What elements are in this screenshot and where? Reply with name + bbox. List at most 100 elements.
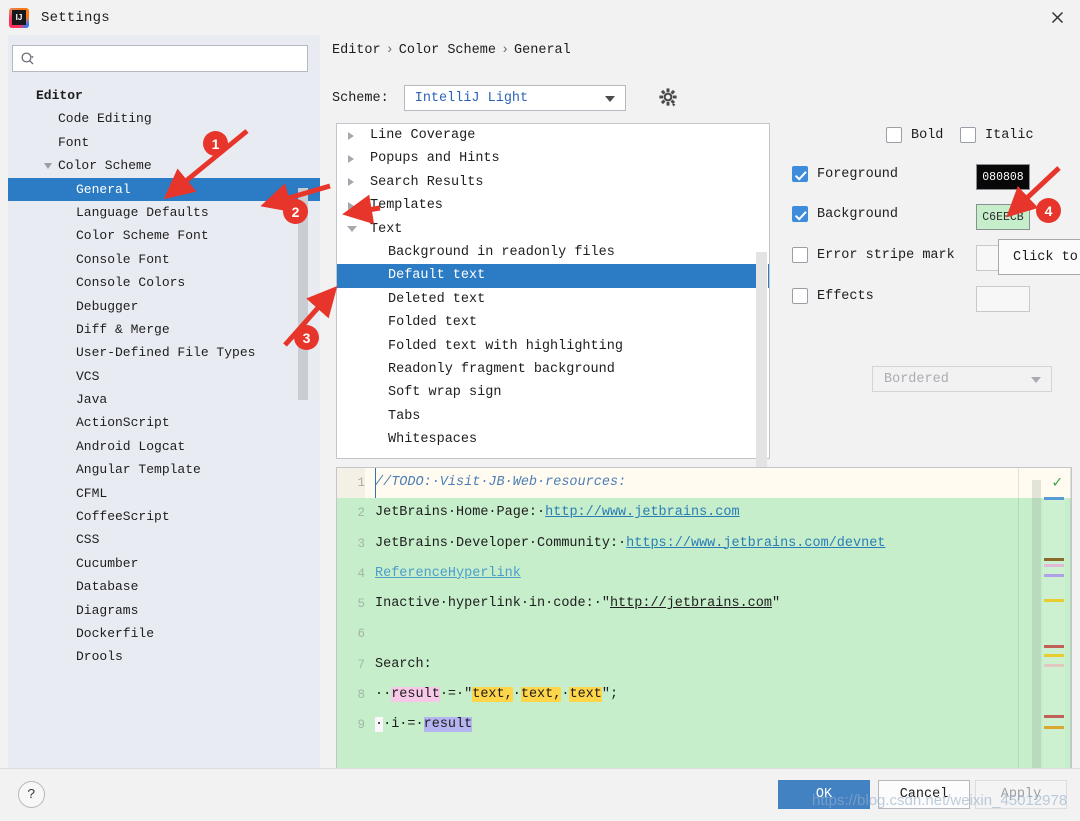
scheme-select[interactable]: IntelliJ Light bbox=[403, 85, 626, 111]
background-color-swatch[interactable]: C6EECB bbox=[976, 204, 1030, 230]
error-stripe-gutter[interactable] bbox=[1043, 468, 1065, 778]
preview-scrollbar-thumb[interactable] bbox=[1032, 480, 1041, 770]
error-stripe-mark[interactable] bbox=[1044, 715, 1064, 718]
color-list-row-text[interactable]: Text bbox=[337, 218, 769, 241]
sidebar-item-language-defaults[interactable]: Language Defaults bbox=[8, 201, 320, 224]
sidebar-item-dockerfile[interactable]: Dockerfile bbox=[8, 622, 320, 645]
sidebar-item-label: Debugger bbox=[76, 298, 139, 314]
sidebar-item-coffeescript[interactable]: CoffeeScript bbox=[8, 505, 320, 528]
error-stripe-mark[interactable] bbox=[1044, 654, 1064, 657]
foreground-checkbox[interactable] bbox=[792, 166, 808, 182]
effects-color-swatch[interactable] bbox=[976, 286, 1030, 312]
text-caret bbox=[375, 468, 376, 498]
sidebar-item-cucumber[interactable]: Cucumber bbox=[8, 552, 320, 575]
error-stripe-mark[interactable] bbox=[1044, 558, 1064, 561]
sidebar-item-drools[interactable]: Drools bbox=[8, 645, 320, 668]
search-box[interactable] bbox=[12, 45, 308, 72]
effects-checkbox[interactable] bbox=[792, 288, 808, 304]
color-list-row-label: Folded text bbox=[388, 315, 478, 331]
foreground-checkbox-row[interactable]: Foreground bbox=[792, 166, 898, 182]
ok-button[interactable]: OK bbox=[778, 780, 870, 809]
color-list-row-background-in-readonly-files[interactable]: Background in readonly files bbox=[337, 241, 769, 264]
chevron-down-icon[interactable] bbox=[347, 226, 357, 233]
code-segment: Search: bbox=[375, 656, 432, 672]
sidebar-item-editor[interactable]: Editor bbox=[8, 84, 320, 107]
color-list-rows[interactable]: Line Coverage Popups and Hints Search Resu… bbox=[337, 124, 769, 451]
color-list-row-popups-and-hints[interactable]: Popups and Hints bbox=[337, 147, 769, 170]
sidebar-item-debugger[interactable]: Debugger bbox=[8, 295, 320, 318]
error-stripe-mark[interactable] bbox=[1044, 574, 1064, 577]
chevron-right-icon[interactable] bbox=[348, 131, 354, 140]
chevron-right-icon[interactable] bbox=[348, 155, 354, 164]
bold-checkbox[interactable] bbox=[886, 127, 902, 143]
sidebar-item-code-editing[interactable]: Code Editing bbox=[8, 107, 320, 130]
color-attributes-list[interactable]: Line Coverage Popups and Hints Search Resu… bbox=[336, 123, 770, 522]
background-checkbox-row[interactable]: Background bbox=[792, 206, 898, 222]
color-list-row-folded-text-with-highlighting[interactable]: Folded text with highlighting bbox=[337, 335, 769, 358]
sidebar-item-cfml[interactable]: CFML bbox=[8, 482, 320, 505]
sidebar-item-css[interactable]: CSS bbox=[8, 528, 320, 551]
color-list-row-whitespaces[interactable]: Whitespaces bbox=[337, 428, 769, 451]
sidebar-scrollbar-track[interactable] bbox=[298, 84, 314, 768]
code-segment: JetBrains·Home·Page:· bbox=[375, 505, 546, 521]
color-list-row-deleted-text[interactable]: Deleted text bbox=[337, 288, 769, 311]
close-icon[interactable] bbox=[1034, 0, 1080, 35]
color-list-row-readonly-fragment-background[interactable]: Readonly fragment background bbox=[337, 358, 769, 381]
error-stripe-mark[interactable] bbox=[1044, 645, 1064, 648]
background-checkbox[interactable] bbox=[792, 206, 808, 222]
sidebar-item-label: Console Font bbox=[76, 251, 170, 267]
color-list-row-soft-wrap-sign[interactable]: Soft wrap sign bbox=[337, 381, 769, 404]
color-list-row-line-coverage[interactable]: Line Coverage bbox=[337, 124, 769, 147]
error-stripe-mark[interactable] bbox=[1044, 664, 1064, 667]
sidebar-item-android-logcat[interactable]: Android Logcat bbox=[8, 435, 320, 458]
sidebar-item-font[interactable]: Font bbox=[8, 131, 320, 154]
preview-line: 4 ReferenceHyperlink bbox=[337, 559, 1071, 589]
error-stripe-mark[interactable] bbox=[1044, 564, 1064, 567]
apply-button[interactable]: Apply bbox=[975, 780, 1067, 809]
sidebar-item-console-colors[interactable]: Console Colors bbox=[8, 271, 320, 294]
color-list-row-templates[interactable]: Templates bbox=[337, 194, 769, 217]
color-list-row-search-results[interactable]: Search Results bbox=[337, 171, 769, 194]
sidebar-item-vcs[interactable]: VCS bbox=[8, 365, 320, 388]
gear-icon[interactable] bbox=[657, 85, 679, 111]
chevron-right-icon[interactable] bbox=[348, 178, 354, 187]
sidebar-item-java[interactable]: Java bbox=[8, 388, 320, 411]
error-stripe-mark[interactable] bbox=[1044, 497, 1064, 500]
color-list-row-default-text[interactable]: Default text bbox=[337, 264, 769, 288]
color-list-row-tabs[interactable]: Tabs bbox=[337, 405, 769, 428]
sidebar-item-database[interactable]: Database bbox=[8, 575, 320, 598]
help-button[interactable]: ? bbox=[18, 781, 45, 808]
chevron-right-icon[interactable] bbox=[348, 201, 354, 210]
italic-checkbox[interactable] bbox=[960, 127, 976, 143]
foreground-color-swatch[interactable]: 080808 bbox=[976, 164, 1030, 190]
effects-checkbox-row[interactable]: Effects bbox=[792, 288, 874, 304]
sidebar-item-user-defined-file-types[interactable]: User-Defined File Types bbox=[8, 341, 320, 364]
breadcrumb-part[interactable]: General bbox=[514, 43, 571, 58]
breadcrumb-part[interactable]: Editor bbox=[332, 43, 381, 58]
sidebar-item-actionscript[interactable]: ActionScript bbox=[8, 411, 320, 434]
search-input[interactable] bbox=[43, 46, 303, 71]
code-preview[interactable]: 1 //TODO:·Visit·JB·Web·resources: 2 JetBrai… bbox=[336, 467, 1072, 779]
sidebar-item-general[interactable]: General bbox=[8, 177, 320, 201]
color-list-row-folded-text[interactable]: Folded text bbox=[337, 311, 769, 334]
breadcrumb-part[interactable]: Color Scheme bbox=[399, 43, 496, 58]
sidebar-item-diff-merge[interactable]: Diff & Merge bbox=[8, 318, 320, 341]
cancel-button[interactable]: Cancel bbox=[878, 780, 970, 809]
sidebar-item-color-scheme[interactable]: Color Scheme bbox=[8, 154, 320, 177]
line-number: 6 bbox=[357, 627, 365, 642]
sidebar-item-label: CFML bbox=[76, 485, 108, 501]
sidebar-item-console-font[interactable]: Console Font bbox=[8, 248, 320, 271]
sidebar-item-angular-template[interactable]: Angular Template bbox=[8, 458, 320, 481]
error-stripe-mark[interactable] bbox=[1044, 726, 1064, 729]
italic-checkbox-row[interactable]: Italic bbox=[960, 127, 1034, 143]
error-stripe-mark[interactable] bbox=[1044, 599, 1064, 602]
effect-type-select[interactable]: Bordered bbox=[872, 366, 1052, 392]
chevron-down-icon[interactable] bbox=[44, 162, 52, 169]
sidebar-tree[interactable]: Editor Code Editing Font Color Scheme Genera… bbox=[8, 84, 320, 768]
sidebar-item-color-scheme-font[interactable]: Color Scheme Font bbox=[8, 224, 320, 247]
color-list-scrollbar-track[interactable] bbox=[756, 188, 768, 522]
error-stripe-mark-checkbox-row[interactable]: Error stripe mark bbox=[792, 247, 955, 263]
sidebar-item-diagrams[interactable]: Diagrams bbox=[8, 599, 320, 622]
bold-checkbox-row[interactable]: Bold bbox=[886, 127, 943, 143]
error-stripe-mark-checkbox[interactable] bbox=[792, 247, 808, 263]
